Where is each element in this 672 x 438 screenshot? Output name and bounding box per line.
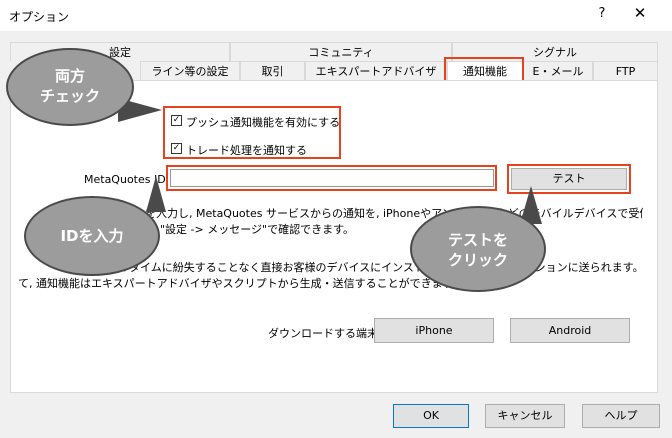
help-button[interactable]: ヘルプ (582, 404, 660, 428)
tab-charts[interactable]: ライン等の設定 (140, 61, 240, 80)
window-title: オプション (9, 10, 70, 24)
title-bar: オプション ? ✕ (0, 0, 672, 31)
callout-both-check: 両方 チェック (6, 48, 134, 126)
download-label: ダウンロードする端末: (268, 327, 382, 340)
callout-enter-id: IDを入力 (24, 196, 160, 276)
metaquotes-id-highlight (166, 165, 497, 191)
callout-tail-enter-id (146, 176, 166, 212)
ok-button[interactable]: OK (393, 404, 469, 428)
tab-expert-advisors[interactable]: エキスパートアドバイザ (305, 61, 447, 80)
close-icon[interactable]: ✕ (626, 4, 654, 26)
cancel-button[interactable]: キャンセル (485, 404, 565, 428)
checkbox-highlight (163, 106, 341, 159)
android-button[interactable]: Android (510, 318, 630, 343)
tab-community[interactable]: コミュニティ (230, 42, 452, 61)
help-icon[interactable]: ? (590, 6, 614, 26)
tab-ftp[interactable]: FTP (593, 61, 658, 80)
tab-email[interactable]: E・メール (523, 61, 593, 80)
callout-click-test: テストを クリック (410, 206, 546, 292)
tab-trade[interactable]: 取引 (240, 61, 305, 80)
iphone-button[interactable]: iPhone (374, 318, 494, 343)
